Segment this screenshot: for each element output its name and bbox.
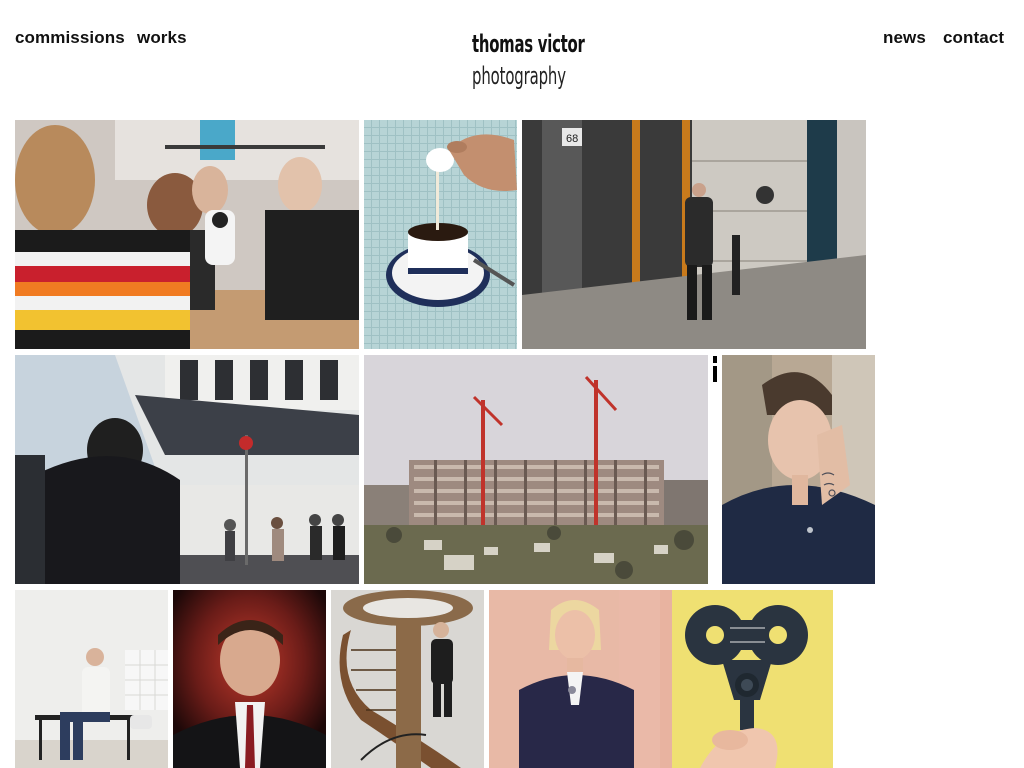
seated-man-photo-image bbox=[15, 590, 168, 768]
photo-portrait-hand-face[interactable] bbox=[722, 355, 875, 584]
photo-classroom-students[interactable] bbox=[15, 120, 359, 349]
nav-commissions-link[interactable]: commissions bbox=[15, 28, 125, 48]
woman-photo-image bbox=[489, 590, 660, 768]
construction-photo-image bbox=[364, 355, 708, 584]
red-portrait-photo-image bbox=[173, 590, 326, 768]
photo-man-seated-white-room[interactable] bbox=[15, 590, 168, 768]
logo-name: thomas victor bbox=[472, 30, 585, 58]
nav-contact-link[interactable]: contact bbox=[943, 28, 1004, 48]
door-number-label: 68 bbox=[566, 133, 578, 145]
photo-coffee-cream[interactable] bbox=[364, 120, 517, 349]
classroom-photo-image bbox=[15, 120, 359, 349]
portrait-photo-image bbox=[722, 355, 875, 584]
photo-man-spiral-staircase[interactable] bbox=[331, 590, 484, 768]
doorway-photo-image: 68 bbox=[522, 120, 866, 349]
scroll-marker bbox=[713, 356, 717, 382]
photo-man-doorway[interactable]: 68 bbox=[522, 120, 866, 349]
nav-works-link[interactable]: works bbox=[137, 28, 187, 48]
photo-hand-holding-camera[interactable] bbox=[660, 590, 833, 768]
logo-subtitle: photography bbox=[472, 62, 566, 90]
nav-news-link[interactable]: news bbox=[883, 28, 926, 48]
coffee-photo-image bbox=[364, 120, 517, 349]
street-photo-image bbox=[15, 355, 359, 584]
photo-woman-pink-wall[interactable] bbox=[489, 590, 660, 768]
photo-street-corner[interactable] bbox=[15, 355, 359, 584]
camera-photo-image bbox=[660, 590, 833, 768]
photo-construction-cranes[interactable] bbox=[364, 355, 708, 584]
photo-man-red-backdrop[interactable] bbox=[173, 590, 326, 768]
staircase-photo-image bbox=[331, 590, 484, 768]
site-logo[interactable]: thomas victor photography bbox=[472, 28, 585, 92]
page: commissions works news contact thomas vi… bbox=[0, 0, 1024, 768]
